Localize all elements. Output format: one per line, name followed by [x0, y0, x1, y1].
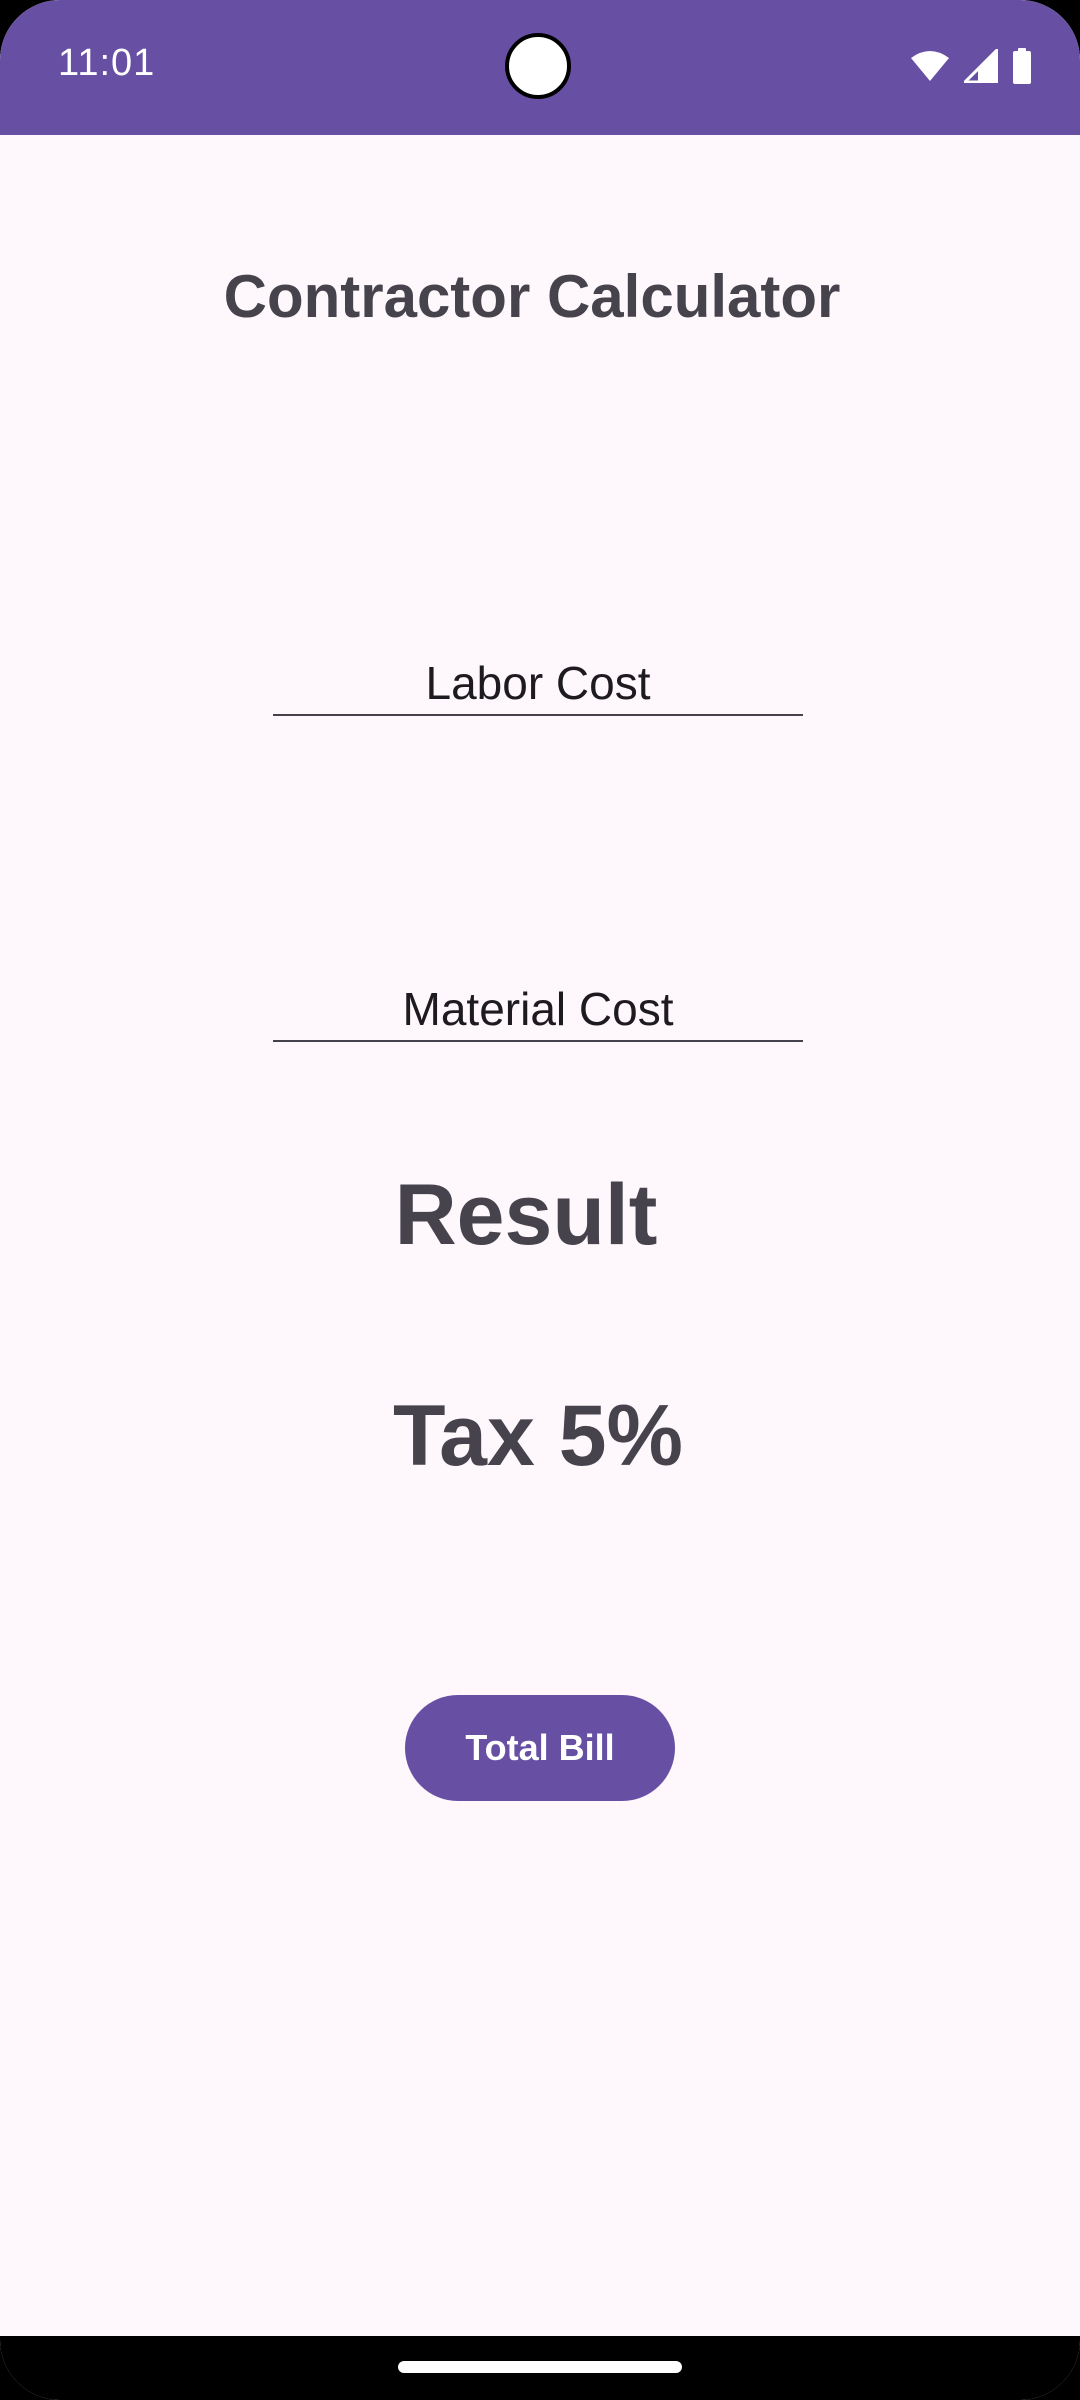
cellular-signal-icon: [964, 49, 998, 83]
camera-cutout: [505, 33, 571, 99]
tax-label: Tax 5%: [393, 1388, 683, 1484]
status-time: 11:01: [58, 42, 156, 84]
material-cost-input[interactable]: [273, 978, 803, 1042]
status-icons: [910, 48, 1032, 84]
labor-cost-input[interactable]: [273, 652, 803, 716]
result-label: Result: [394, 1167, 658, 1263]
total-bill-button[interactable]: Total Bill: [405, 1695, 675, 1801]
home-gesture-handle[interactable]: [398, 2361, 682, 2373]
wifi-icon: [910, 50, 950, 82]
battery-icon: [1012, 48, 1032, 84]
app-screen: 11:01 Contractor Calculator Labor Cost M…: [0, 0, 1080, 2400]
status-bar: 11:01: [0, 0, 1080, 135]
page-title: Contractor Calculator: [223, 263, 841, 330]
